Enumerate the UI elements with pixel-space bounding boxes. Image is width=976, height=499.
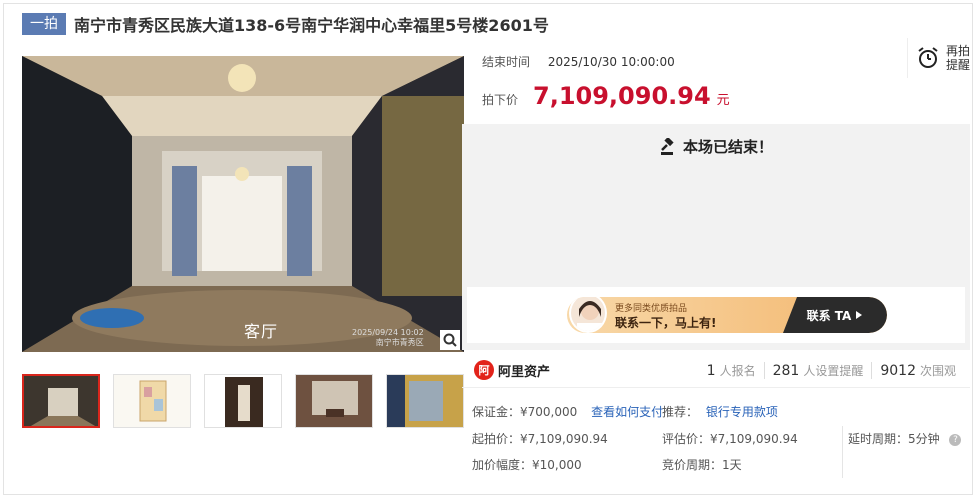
deposit-row: 保证金：¥700,000 查看如何支付 — [472, 403, 663, 420]
main-photo[interactable]: 客厅 2025/09/24 10:02 南宁市青秀区 — [22, 56, 464, 352]
thumbnail-hallway[interactable] — [204, 374, 282, 428]
final-price: 7,109,090.94 — [533, 82, 711, 110]
photo-location: 南宁市青秀区 — [375, 338, 424, 347]
bid-period-value: 1天 — [722, 458, 742, 472]
delay-value: 5分钟 — [908, 432, 940, 446]
deposit-value: ¥700,000 — [520, 405, 578, 419]
price-unit: 元 — [716, 93, 730, 108]
ali-logo-icon: 阿 — [474, 360, 494, 380]
banner-subtitle: 更多同类优质拍品 — [615, 304, 688, 314]
thumbnail-window-view[interactable] — [386, 374, 464, 428]
stat-reminders: 281 人设置提醒 — [763, 362, 872, 379]
play-arrow-icon — [856, 311, 863, 319]
increment-label: 加价幅度： — [472, 458, 533, 472]
ali-asset-logo: 阿 阿里资产 — [474, 360, 550, 380]
magnifier-icon — [443, 333, 457, 347]
contact-banner[interactable]: 更多同类优质拍品 联系一下，马上有! 联系 TA — [567, 297, 887, 333]
remind-label-1: 再拍 — [945, 44, 970, 58]
stat-signups: 1 人报名 — [706, 363, 756, 379]
recommend-label: 推荐： — [662, 405, 699, 419]
auction-info-panel: 结束时间 2025/10/30 10:00:00 拍下价 7,109,090.9… — [462, 38, 970, 124]
price-row: 拍下价 7,109,090.94 元 — [482, 82, 730, 110]
start-price-value: ¥7,109,090.94 — [520, 432, 608, 446]
bid-period-row: 竞价周期：1天 — [662, 456, 742, 473]
help-icon[interactable]: ? — [949, 433, 962, 446]
photo-timestamp: 2025/09/24 10:02 南宁市青秀区 — [352, 328, 424, 348]
thumbnail-floor-plan[interactable] — [113, 374, 191, 428]
start-price-label: 起拍价： — [472, 432, 521, 446]
auction-round-badge: 一拍 — [22, 13, 66, 35]
delay-label: 延时周期： — [848, 432, 909, 446]
contact-ta-label: 联系 TA — [806, 308, 852, 323]
page-title: 南宁市青秀区民族大道138-6号南宁华润中心幸福里5号楼2601号 — [74, 16, 549, 35]
deposit-label: 保证金： — [472, 405, 521, 419]
end-time-row: 结束时间 2025/10/30 10:00:00 — [482, 53, 675, 70]
bid-period-label: 竞价周期： — [662, 458, 723, 472]
details-divider — [842, 426, 843, 478]
bank-payment-link[interactable]: 银行专用款项 — [706, 405, 778, 419]
thumbnail-dining[interactable] — [295, 374, 373, 428]
thumbnail-strip — [22, 374, 464, 428]
title-row: 一拍 南宁市青秀区民族大道138-6号南宁华润中心幸福里5号楼2601号 — [22, 12, 549, 36]
increment-row: 加价幅度：¥10,000 — [472, 456, 582, 473]
appraisal-label: 评估价： — [662, 432, 711, 446]
delay-period-row: 延时周期：5分钟 ? — [848, 430, 962, 447]
increment-value: ¥10,000 — [532, 458, 582, 472]
start-price-row: 起拍价：¥7,109,090.94 — [472, 430, 608, 447]
zoom-button[interactable] — [440, 330, 460, 350]
promo-banner-area: 更多同类优质拍品 联系一下，马上有! 联系 TA — [467, 287, 965, 343]
stats-row: 阿 阿里资产 1 人报名 281 人设置提醒 9012 次围观 — [462, 356, 970, 388]
auction-stats: 1 人报名 281 人设置提醒 9012 次围观 — [699, 362, 964, 379]
contact-ta-button[interactable]: 联系 TA — [783, 297, 887, 333]
stat-views: 9012 次围观 — [871, 362, 964, 379]
thumbnail-living-room[interactable] — [22, 374, 100, 428]
banner-title: 联系一下，马上有! — [615, 316, 717, 330]
how-to-pay-link[interactable]: 查看如何支付 — [591, 405, 663, 419]
recommend-row: 推荐： 银行专用款项 — [662, 403, 778, 420]
alarm-clock-icon — [918, 47, 938, 68]
remind-label-2: 提醒 — [945, 58, 970, 72]
appraisal-value: ¥7,109,090.94 — [710, 432, 798, 446]
photo-caption: 客厅 — [244, 322, 279, 341]
photo-date: 2025/09/24 10:02 — [352, 328, 424, 337]
appraisal-row: 评估价：¥7,109,090.94 — [662, 430, 798, 447]
auction-ended-text: 本场已结束！ — [682, 138, 773, 156]
auction-ended-notice: 本场已结束！ — [462, 136, 970, 157]
living-room-photo — [22, 56, 464, 352]
end-time-label: 结束时间 — [482, 55, 531, 69]
agent-avatar — [569, 297, 607, 333]
gavel-icon — [660, 137, 674, 155]
rebid-reminder-button[interactable]: 再拍 提醒 — [906, 38, 970, 78]
end-time-value: 2025/10/30 10:00:00 — [547, 55, 675, 69]
ali-logo-text: 阿里资产 — [498, 364, 551, 380]
auction-status-panel: 本场已结束！ 更多同类优质拍品 联系一下，马上有! 联系 TA — [462, 124, 970, 350]
price-label: 拍下价 — [482, 93, 519, 107]
